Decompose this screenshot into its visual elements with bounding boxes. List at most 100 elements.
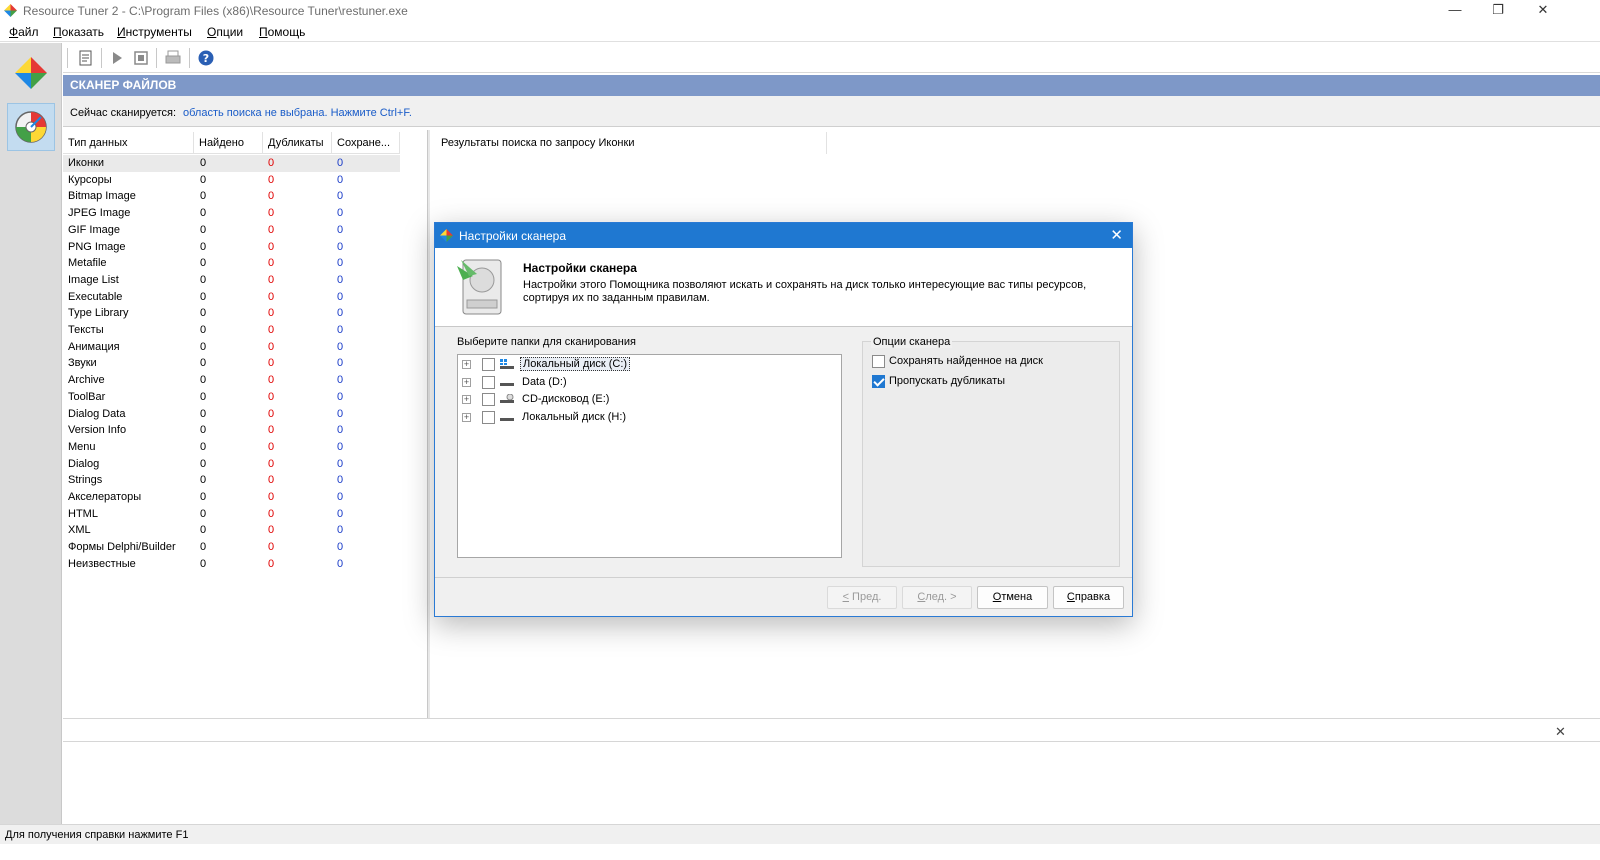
vertical-splitter[interactable] <box>427 130 430 718</box>
table-row[interactable]: Курсоры 0 0 0 <box>63 172 400 189</box>
expand-icon[interactable]: + <box>462 395 471 405</box>
stop-scan-icon[interactable] <box>132 49 150 67</box>
cell-saved: 0 <box>337 173 344 186</box>
drive-checkbox[interactable] <box>482 358 495 371</box>
table-row[interactable]: Иконки 0 0 0 <box>63 155 400 172</box>
drive-tree-item[interactable]: + Локальный диск (C:) <box>458 356 838 374</box>
table-row[interactable]: Metafile 0 0 0 <box>63 255 400 272</box>
restore-button[interactable]: ❐ <box>1475 0 1521 22</box>
option-checkbox[interactable] <box>872 355 885 368</box>
cell-found: 0 <box>200 491 207 503</box>
scanner-disc-icon <box>15 111 47 143</box>
table-row[interactable]: Bitmap Image 0 0 0 <box>63 188 400 205</box>
cell-saved: 0 <box>337 340 344 353</box>
cell-found: 0 <box>200 340 207 353</box>
table-row[interactable]: Dialog 0 0 0 <box>63 456 400 473</box>
print-icon[interactable] <box>164 49 182 67</box>
cell-found: 0 <box>200 240 207 253</box>
cell-type: Анимация <box>68 340 120 353</box>
table-row[interactable]: XML 0 0 0 <box>63 522 400 539</box>
menu-options[interactable]: Опции <box>207 25 243 39</box>
expand-icon[interactable]: + <box>462 360 471 369</box>
table-row[interactable]: PNG Image 0 0 0 <box>63 239 400 256</box>
menu-file[interactable]: Файл <box>9 25 39 39</box>
table-row[interactable]: Dialog Data 0 0 0 <box>63 406 400 423</box>
menu-tools[interactable]: Инструменты <box>117 25 192 39</box>
drive-checkbox[interactable] <box>482 393 495 407</box>
toolbar-separator <box>156 48 157 68</box>
cell-type: Image List <box>68 273 119 286</box>
table-row[interactable]: HTML 0 0 0 <box>63 506 400 523</box>
bottom-panel-close-icon[interactable]: ✕ <box>1555 724 1566 740</box>
next-button[interactable]: След. > <box>902 586 972 609</box>
drive-tree-item[interactable]: + CD-дисковод (E:) <box>458 391 838 409</box>
svg-text:?: ? <box>203 52 209 65</box>
table-row[interactable]: Version Info 0 0 0 <box>63 422 400 439</box>
column-header-found[interactable]: Найдено <box>194 132 263 154</box>
cell-type: Тексты <box>68 324 104 336</box>
cell-duplicates: 0 <box>268 524 275 537</box>
drive-checkbox[interactable] <box>482 375 495 389</box>
table-row[interactable]: GIF Image 0 0 0 <box>63 222 400 239</box>
table-row[interactable]: Strings 0 0 0 <box>63 472 400 489</box>
table-row[interactable]: Executable 0 0 0 <box>63 289 400 306</box>
dialog-close-button[interactable]: ✕ <box>1110 226 1123 244</box>
cell-type: Звуки <box>68 357 97 370</box>
title-bar: Resource Tuner 2 - C:\Program Files (x86… <box>0 0 1600 22</box>
expand-icon[interactable]: + <box>462 413 471 423</box>
cell-saved: 0 <box>337 474 344 487</box>
column-header-type[interactable]: Тип данных <box>63 132 194 154</box>
help-button[interactable]: Справка <box>1053 586 1124 609</box>
dialog-title-bar[interactable]: Настройки сканера ✕ <box>435 223 1132 248</box>
prev-button[interactable]: < Пред. <box>827 586 897 609</box>
table-row[interactable]: Анимация 0 0 0 <box>63 339 400 356</box>
menu-bar: Файл Показать Инструменты Опции Помощь <box>0 22 1600 42</box>
nav-resources[interactable] <box>7 49 55 97</box>
window-close-button[interactable]: ✕ <box>1520 0 1566 22</box>
table-row[interactable]: Archive 0 0 0 <box>63 372 400 389</box>
menu-help[interactable]: Помощь <box>259 25 305 39</box>
window-title: Resource Tuner 2 - C:\Program Files (x86… <box>23 4 408 18</box>
section-title: СКАНЕР ФАЙЛОВ <box>63 75 1600 96</box>
disk-scan-icon <box>457 259 502 315</box>
cell-duplicates: 0 <box>268 440 275 453</box>
toolbar-separator <box>101 48 102 68</box>
cancel-button[interactable]: Отмена <box>977 586 1048 609</box>
column-header-duplicates[interactable]: Дубликаты <box>263 132 332 154</box>
table-row[interactable]: Image List 0 0 0 <box>63 272 400 289</box>
table-row[interactable]: Menu 0 0 0 <box>63 439 400 456</box>
cell-saved: 0 <box>337 507 344 520</box>
cell-saved: 0 <box>337 273 344 286</box>
drive-tree-item[interactable]: + Data (D:) <box>458 374 838 392</box>
drive-checkbox[interactable] <box>482 411 495 425</box>
nav-file-scanner[interactable] <box>7 103 55 151</box>
minimize-button[interactable]: — <box>1432 0 1478 22</box>
scanner-settings-dialog: Настройки сканера ✕ Настройки сканера На… <box>434 222 1133 617</box>
scan-status-link[interactable]: область поиска не выбрана. Нажмите Ctrl+… <box>183 107 412 119</box>
option-checkbox[interactable] <box>872 375 885 388</box>
menu-view[interactable]: Показать <box>53 25 104 39</box>
hard-drive-icon <box>500 382 514 386</box>
table-row[interactable]: Неизвестные 0 0 0 <box>63 556 400 573</box>
start-scan-icon[interactable] <box>108 49 126 67</box>
toolbar-separator <box>67 48 68 68</box>
toolbar-separator <box>189 48 190 68</box>
cell-found: 0 <box>200 223 207 236</box>
column-header-saved[interactable]: Сохране... <box>332 132 400 154</box>
table-row[interactable]: Акселераторы 0 0 0 <box>63 489 400 506</box>
table-row[interactable]: Формы Delphi/Builder 0 0 0 <box>63 539 400 556</box>
cell-saved: 0 <box>337 257 344 270</box>
expand-icon[interactable]: + <box>462 377 471 387</box>
drive-tree-item[interactable]: + Локальный диск (H:) <box>458 409 838 427</box>
new-search-icon[interactable] <box>77 49 95 67</box>
cell-saved: 0 <box>337 407 344 420</box>
cell-duplicates: 0 <box>268 491 275 503</box>
table-row[interactable]: Тексты 0 0 0 <box>63 322 400 339</box>
table-row[interactable]: JPEG Image 0 0 0 <box>63 205 400 222</box>
table-row[interactable]: ToolBar 0 0 0 <box>63 389 400 406</box>
help-icon[interactable]: ? <box>197 49 215 67</box>
table-row[interactable]: Type Library 0 0 0 <box>63 305 400 322</box>
cell-duplicates: 0 <box>268 357 275 370</box>
table-row[interactable]: Звуки 0 0 0 <box>63 355 400 372</box>
cell-type: XML <box>68 524 91 537</box>
